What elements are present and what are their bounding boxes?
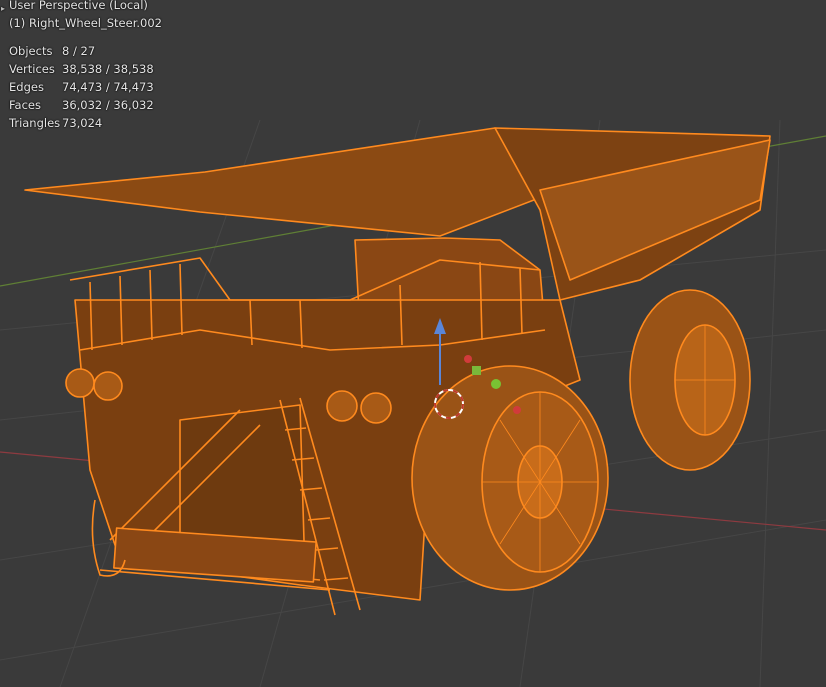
- 3d-viewport[interactable]: ▸ User Perspective (Local) (1) Right_Whe…: [0, 0, 826, 687]
- scene-statistics: Objects 8 / 27 Vertices 38,538 / 38,538 …: [9, 42, 154, 132]
- stat-row-triangles: Triangles 73,024: [9, 114, 154, 132]
- stat-row-edges: Edges 74,473 / 74,473: [9, 78, 154, 96]
- headlight-left-2: [93, 371, 123, 401]
- stat-label: Faces: [9, 98, 41, 112]
- stat-value: 8 / 27: [62, 44, 96, 58]
- stat-value: 74,473 / 74,473: [62, 80, 154, 94]
- stat-label: Vertices: [9, 62, 55, 76]
- dump-bed-left: [24, 127, 561, 237]
- stat-row-faces: Faces 36,032 / 36,032: [9, 96, 154, 114]
- stat-value: 73,024: [62, 116, 103, 130]
- stat-value: 36,032 / 36,032: [62, 98, 154, 112]
- gizmo-x-handle[interactable]: [464, 355, 472, 363]
- stat-row-objects: Objects 8 / 27: [9, 42, 154, 60]
- headlight-right-2: [360, 392, 392, 424]
- stat-row-vertices: Vertices 38,538 / 38,538: [9, 60, 154, 78]
- collapse-arrow-icon[interactable]: ▸: [1, 0, 5, 18]
- viewport-title: User Perspective (Local): [9, 0, 148, 12]
- gizmo-x-handle-2[interactable]: [513, 406, 521, 414]
- mining-truck-model[interactable]: [24, 127, 771, 616]
- headlight-left-1: [65, 368, 95, 398]
- stat-value: 38,538 / 38,538: [62, 62, 154, 76]
- active-object-label: (1) Right_Wheel_Steer.002: [9, 16, 162, 30]
- gizmo-y-handle[interactable]: [491, 379, 501, 389]
- headlight-right-1: [326, 390, 358, 422]
- stat-label: Objects: [9, 44, 53, 58]
- stat-label: Edges: [9, 80, 44, 94]
- stat-label: Triangles: [9, 116, 61, 130]
- gizmo-plane-handle[interactable]: [472, 366, 481, 375]
